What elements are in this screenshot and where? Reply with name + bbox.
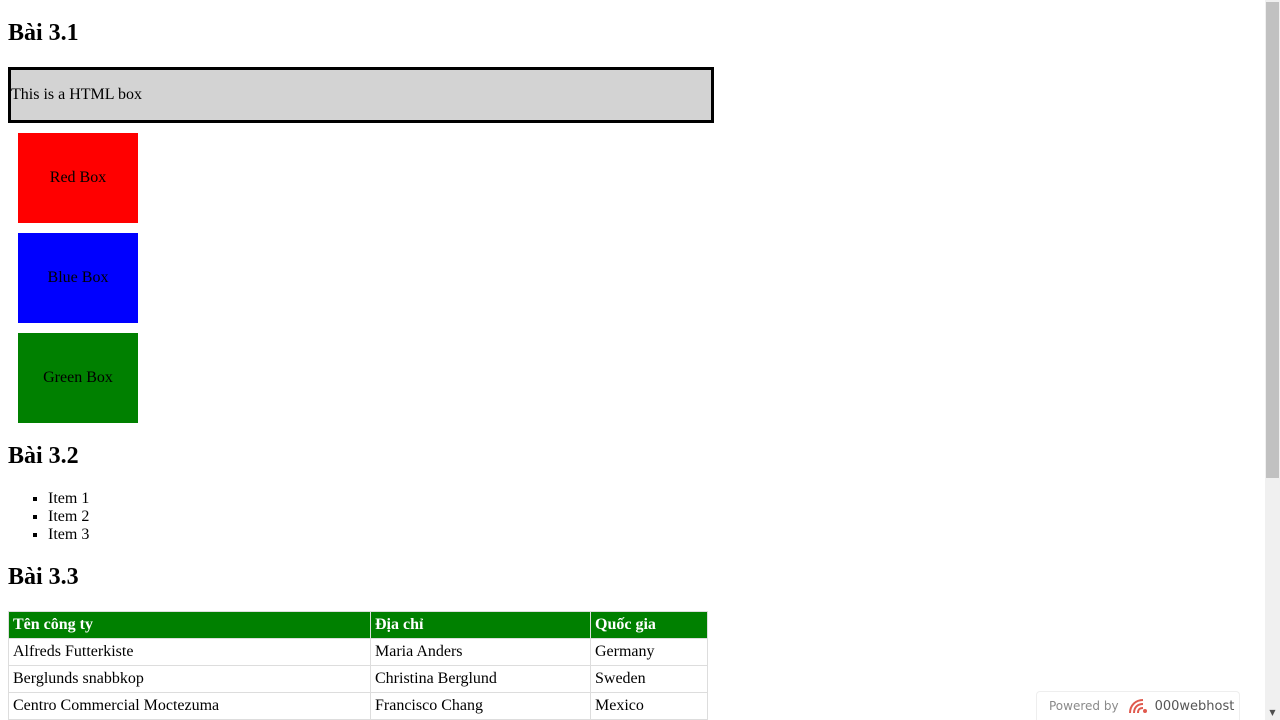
section-title-3-2: Bài 3.2 [8,443,79,469]
cell-country: Germany [590,638,708,666]
section-title-3-1: Bài 3.1 [8,20,79,46]
cell-address: Christina Berglund [370,665,591,693]
column-header-country: Quốc gia [590,611,708,639]
blue-box-label: Blue Box [47,269,109,286]
cell-address: Francisco Chang [370,692,591,720]
cell-country: Sweden [590,665,708,693]
table-row: Centro Commercial Moctezuma Francisco Ch… [8,692,708,720]
html-box: This is a HTML box [8,67,714,123]
000webhost-logo-icon [1128,699,1147,714]
red-box: Red Box [18,133,138,223]
html-box-text: This is a HTML box [11,86,142,103]
customers-table: Tên công ty Địa chỉ Quốc gia Alfreds Fut… [8,611,708,720]
table-row: Alfreds Futterkiste Maria Anders Germany [8,638,708,666]
blue-box: Blue Box [18,233,138,323]
section-title-3-3: Bài 3.3 [8,564,79,590]
table-header-row: Tên công ty Địa chỉ Quốc gia [8,611,708,639]
powered-by-text: Powered by [1049,699,1119,713]
cell-address: Maria Anders [370,638,591,666]
column-header-address: Địa chỉ [370,611,591,639]
brand-name: 000webhost [1154,698,1235,714]
list-item: Item 3 [48,526,89,544]
scrollbar-thumb[interactable] [1266,2,1279,478]
scroll-down-arrow-icon[interactable]: ▼ [1265,706,1280,718]
cell-company: Centro Commercial Moctezuma [8,692,371,720]
item-list: Item 1 Item 2 Item 3 [8,490,89,544]
green-box-label: Green Box [43,369,113,386]
cell-company: Alfreds Futterkiste [8,638,371,666]
cell-country: Mexico [590,692,708,720]
list-item: Item 2 [48,508,89,526]
red-box-label: Red Box [49,169,107,186]
column-header-company: Tên công ty [8,611,371,639]
cell-company: Berglunds snabbkop [8,665,371,693]
powered-by-badge[interactable]: Powered by 000webhost [1036,691,1240,720]
table-row: Berglunds snabbkop Christina Berglund Sw… [8,665,708,693]
list-item: Item 1 [48,490,89,508]
vertical-scrollbar[interactable]: ▼ [1265,0,1280,720]
green-box: Green Box [18,333,138,423]
